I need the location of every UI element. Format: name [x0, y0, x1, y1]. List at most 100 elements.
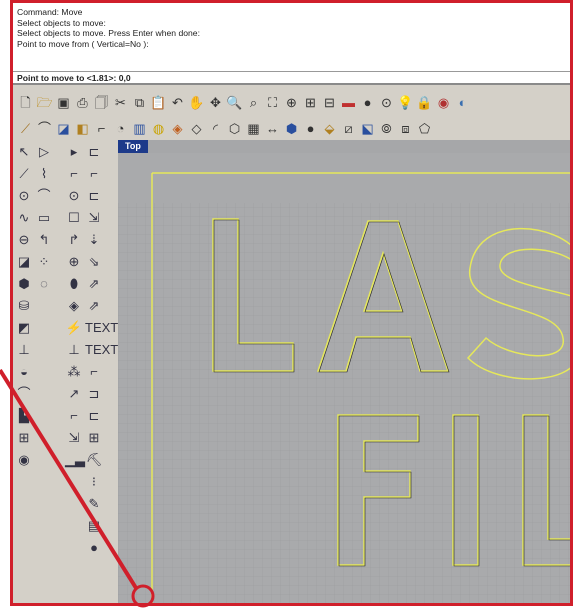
explode-tool-icon[interactable]: ⇣: [85, 231, 103, 249]
paste-icon[interactable]: 📋: [150, 94, 167, 111]
trim-icon[interactable]: ⬕: [359, 120, 376, 137]
four-views-icon[interactable]: ⊟: [321, 94, 338, 111]
split-tool-icon[interactable]: ⊕: [65, 253, 83, 271]
new-icon[interactable]: 🗋: [17, 94, 34, 111]
pan-icon[interactable]: ✋: [188, 94, 205, 111]
copy-icon[interactable]: ⧉: [131, 94, 148, 111]
viewport-title-tab[interactable]: Top: [118, 140, 148, 153]
join-icon[interactable]: ⦾: [378, 120, 395, 137]
scale-tool-icon[interactable]: ⊙: [65, 187, 83, 205]
arc-icon[interactable]: ⌒: [36, 120, 53, 137]
split-icon[interactable]: ⧄: [340, 120, 357, 137]
project-icon[interactable]: ⬙: [321, 120, 338, 137]
angular-dim-icon[interactable]: ⌐: [65, 407, 83, 425]
grid-snap-icon[interactable]: ⊞: [302, 94, 319, 111]
transform-tool-icon[interactable]: ▙: [15, 407, 33, 425]
text-object-icon[interactable]: TEXT: [85, 341, 118, 359]
section-tool-icon[interactable]: ⊥: [65, 341, 83, 359]
offset-tool-icon[interactable]: ⇘: [85, 253, 103, 271]
gumball-icon[interactable]: ▸: [65, 143, 83, 161]
lasso-icon[interactable]: ◌: [35, 275, 53, 293]
line-icon[interactable]: ⟋: [15, 165, 33, 183]
paint-tool-icon[interactable]: ⛏: [85, 451, 103, 469]
layer-icon[interactable]: ▬: [340, 94, 357, 111]
rotate-view-icon[interactable]: ✥: [207, 94, 224, 111]
box-tool-icon[interactable]: ⬢: [15, 275, 33, 293]
curve-tool-icon[interactable]: ∿: [15, 209, 33, 227]
solid-box-icon[interactable]: ◧: [74, 120, 91, 137]
sphere-material-icon[interactable]: ●: [85, 539, 103, 557]
render-icon[interactable]: ◉: [435, 94, 452, 111]
open-icon[interactable]: 🗁: [36, 94, 53, 111]
zoom-extents-icon[interactable]: ⛶: [264, 94, 281, 111]
align-tool-icon[interactable]: ☐: [65, 209, 83, 227]
analyze-icon[interactable]: ◒: [15, 363, 33, 381]
light-icon[interactable]: 💡: [397, 94, 414, 111]
sweep-tool-icon[interactable]: ⇗: [85, 297, 103, 315]
leader-tool-icon[interactable]: ⌐: [85, 363, 103, 381]
polyline-icon[interactable]: ◪: [55, 120, 72, 137]
command-prompt-input[interactable]: Point to move to <1.81>: 0,0: [13, 71, 570, 83]
dimension-icon[interactable]: ↔: [264, 120, 281, 137]
sweep-icon[interactable]: ◇: [188, 120, 205, 137]
point-icon[interactable]: ●: [359, 94, 376, 111]
surface-tool-icon[interactable]: ◪: [15, 253, 33, 271]
dimension-tool-icon[interactable]: ⌒: [15, 385, 33, 403]
top-viewport[interactable]: Top: [118, 140, 570, 603]
zoom-selected-icon[interactable]: ⊕: [283, 94, 300, 111]
render-tool-icon[interactable]: ◉: [15, 451, 33, 469]
loft-tool-icon[interactable]: ◈: [65, 297, 83, 315]
fillet-icon[interactable]: ◜: [207, 120, 224, 137]
array-tool-icon[interactable]: ⊞: [15, 429, 33, 447]
layout-tool-icon[interactable]: ▤: [85, 517, 103, 535]
orient-tool-icon[interactable]: ⇲: [85, 209, 103, 227]
boolean-icon[interactable]: ⬡: [226, 120, 243, 137]
cut-icon[interactable]: ✂: [112, 94, 129, 111]
trim-tool-icon[interactable]: ⁘: [35, 253, 53, 271]
template-icon[interactable]: 🗍: [93, 94, 110, 111]
pen-tool-icon[interactable]: ✎: [85, 495, 103, 513]
mesh-tool-icon[interactable]: ⊥: [15, 341, 33, 359]
extrude-icon[interactable]: ▥: [131, 120, 148, 137]
zoom-window-icon[interactable]: 🔍: [226, 94, 243, 111]
join-tool-icon[interactable]: ↱: [65, 231, 83, 249]
select-arrow-icon[interactable]: ↖: [15, 143, 33, 161]
ellipse-icon[interactable]: ⊖: [15, 231, 33, 249]
boolean-tool-icon[interactable]: ◩: [15, 319, 33, 337]
radial-dim-icon[interactable]: ⊏: [85, 407, 103, 425]
extrude-tool-icon[interactable]: ⇗: [85, 275, 103, 293]
chart-tool-icon[interactable]: ▁▃: [65, 451, 85, 469]
osnap-icon[interactable]: ⊙: [378, 94, 395, 111]
text-tool-icon[interactable]: TEXT: [85, 319, 118, 337]
save-icon[interactable]: ▣: [55, 94, 72, 111]
surface-icon[interactable]: ⌐: [93, 120, 110, 137]
copy-tool-icon[interactable]: ⌐: [65, 165, 83, 183]
rectangle-icon[interactable]: ▭: [35, 209, 53, 227]
polyline-tool-icon[interactable]: ⌇: [35, 165, 53, 183]
undo-icon[interactable]: ↶: [169, 94, 186, 111]
arc-tool-icon[interactable]: ⌒: [35, 187, 53, 205]
mesh-icon[interactable]: ▦: [245, 120, 262, 137]
cylinder-tool-icon[interactable]: ⛁: [15, 297, 33, 315]
hatch-icon[interactable]: ●: [302, 120, 319, 137]
rotate-tool-icon[interactable]: ⌐: [85, 165, 103, 183]
curve-icon[interactable]: ⟋: [17, 120, 34, 137]
sphere-icon[interactable]: ◔: [112, 120, 129, 137]
text-icon[interactable]: ⬢: [283, 120, 300, 137]
patch-tool-icon[interactable]: ⚡: [65, 319, 83, 337]
viewport-canvas[interactable]: [118, 153, 570, 603]
move-tool-icon[interactable]: ⊏: [85, 143, 103, 161]
loft-icon[interactable]: ◈: [169, 120, 186, 137]
fillet-curve-icon[interactable]: ↰: [35, 231, 53, 249]
revolve-icon[interactable]: ◍: [150, 120, 167, 137]
edit-points-icon[interactable]: ⁝: [85, 473, 103, 491]
zoom-icon[interactable]: ⌕: [245, 94, 262, 111]
linear-dim-icon[interactable]: ⊐: [85, 385, 103, 403]
grid-tool-icon[interactable]: ⊞: [85, 429, 103, 447]
annotate-tool-icon[interactable]: ↗: [65, 385, 83, 403]
print-icon[interactable]: ⎙: [74, 94, 91, 111]
point-cloud-icon[interactable]: ▷: [35, 143, 53, 161]
ordinate-dim-icon[interactable]: ⇲: [65, 429, 83, 447]
circle-icon[interactable]: ⊙: [15, 187, 33, 205]
hatch-tool-icon[interactable]: ⁂: [65, 363, 83, 381]
